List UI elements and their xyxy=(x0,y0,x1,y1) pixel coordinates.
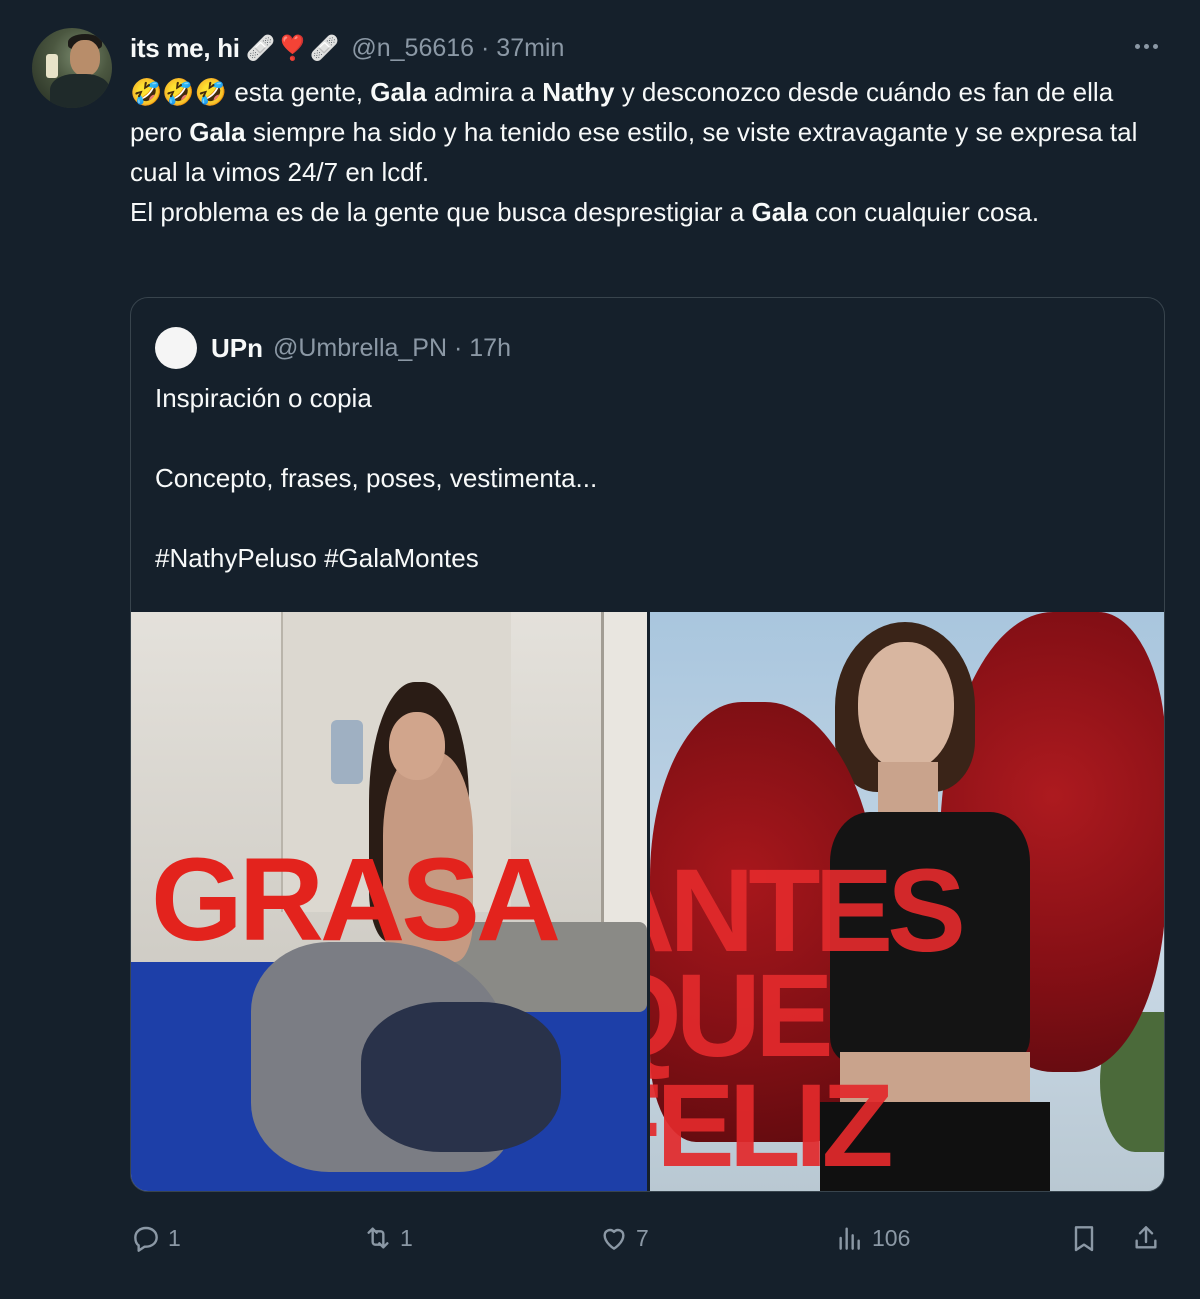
name-emojis: 🩹❣️🩹 xyxy=(245,34,342,62)
quoted-handle[interactable]: @Umbrella_PN · 17h xyxy=(273,334,511,363)
more-options-icon[interactable] xyxy=(1130,36,1162,56)
quoted-text: Inspiración o copia Concepto, frases, po… xyxy=(155,378,1135,578)
heart-icon xyxy=(603,1228,625,1250)
photo-left[interactable]: GRASA xyxy=(131,612,647,1191)
retweet-button[interactable]: 1 xyxy=(362,1218,413,1258)
reply-icon xyxy=(134,1226,158,1252)
avatar-glass xyxy=(46,54,58,78)
reply-button[interactable]: 1 xyxy=(130,1218,181,1258)
quoted-line: Concepto, frases, poses, vestimenta... xyxy=(155,463,598,493)
bookmark-icon xyxy=(1074,1226,1094,1252)
action-bar: 1 1 7 106 xyxy=(130,1218,1170,1258)
tweet-text: 🤣🤣🤣 esta gente, Gala admira a Nathy y de… xyxy=(130,77,1138,227)
tweet[interactable]: its me, hi 🩹❣️🩹 @n_56616 · 37min 🤣🤣🤣 est… xyxy=(0,0,1200,1299)
tweet-header: its me, hi 🩹❣️🩹 @n_56616 · 37min xyxy=(130,30,564,66)
photo-right[interactable]: ANTES QUE FELIZ xyxy=(650,612,1164,1192)
views-count: 106 xyxy=(872,1224,911,1251)
avatar-face xyxy=(70,40,100,76)
photo-right-title-2: QUE xyxy=(650,950,834,1082)
photo-right-title-3: FELIZ xyxy=(650,1060,894,1192)
views-chart-icon xyxy=(839,1227,860,1250)
avatar-shirt xyxy=(50,74,110,108)
like-button[interactable]: 7 xyxy=(598,1218,649,1258)
quoted-display-name[interactable]: UPn xyxy=(211,333,263,364)
user-avatar[interactable] xyxy=(32,28,112,108)
photo-left-title: GRASA xyxy=(151,834,561,966)
tweet-time[interactable]: 37min xyxy=(496,34,564,62)
retweet-icon xyxy=(367,1227,389,1249)
quoted-hashtags[interactable]: #NathyPeluso #GalaMontes xyxy=(155,538,1135,578)
quoted-line: Inspiración o copia xyxy=(155,383,372,413)
quoted-header: UPn @Umbrella_PN · 17h xyxy=(155,327,511,369)
reply-count: 1 xyxy=(168,1224,181,1251)
share-button[interactable] xyxy=(1130,1218,1168,1258)
views-button[interactable]: 106 xyxy=(834,1218,910,1258)
media-grid: GRASA ANTES QUE FELIZ xyxy=(131,612,1164,1192)
display-name[interactable]: its me, hi xyxy=(130,33,240,64)
retweet-count: 1 xyxy=(400,1224,413,1251)
share-icon xyxy=(1135,1226,1157,1249)
laugh-emojis: 🤣🤣🤣 xyxy=(130,77,228,107)
quoted-avatar[interactable] xyxy=(155,327,197,369)
like-count: 7 xyxy=(636,1224,649,1251)
user-handle[interactable]: @n_56616 · 37min xyxy=(351,34,564,63)
bookmark-button[interactable] xyxy=(1068,1218,1106,1258)
quoted-tweet[interactable]: UPn @Umbrella_PN · 17h Inspiración o cop… xyxy=(130,297,1165,1192)
